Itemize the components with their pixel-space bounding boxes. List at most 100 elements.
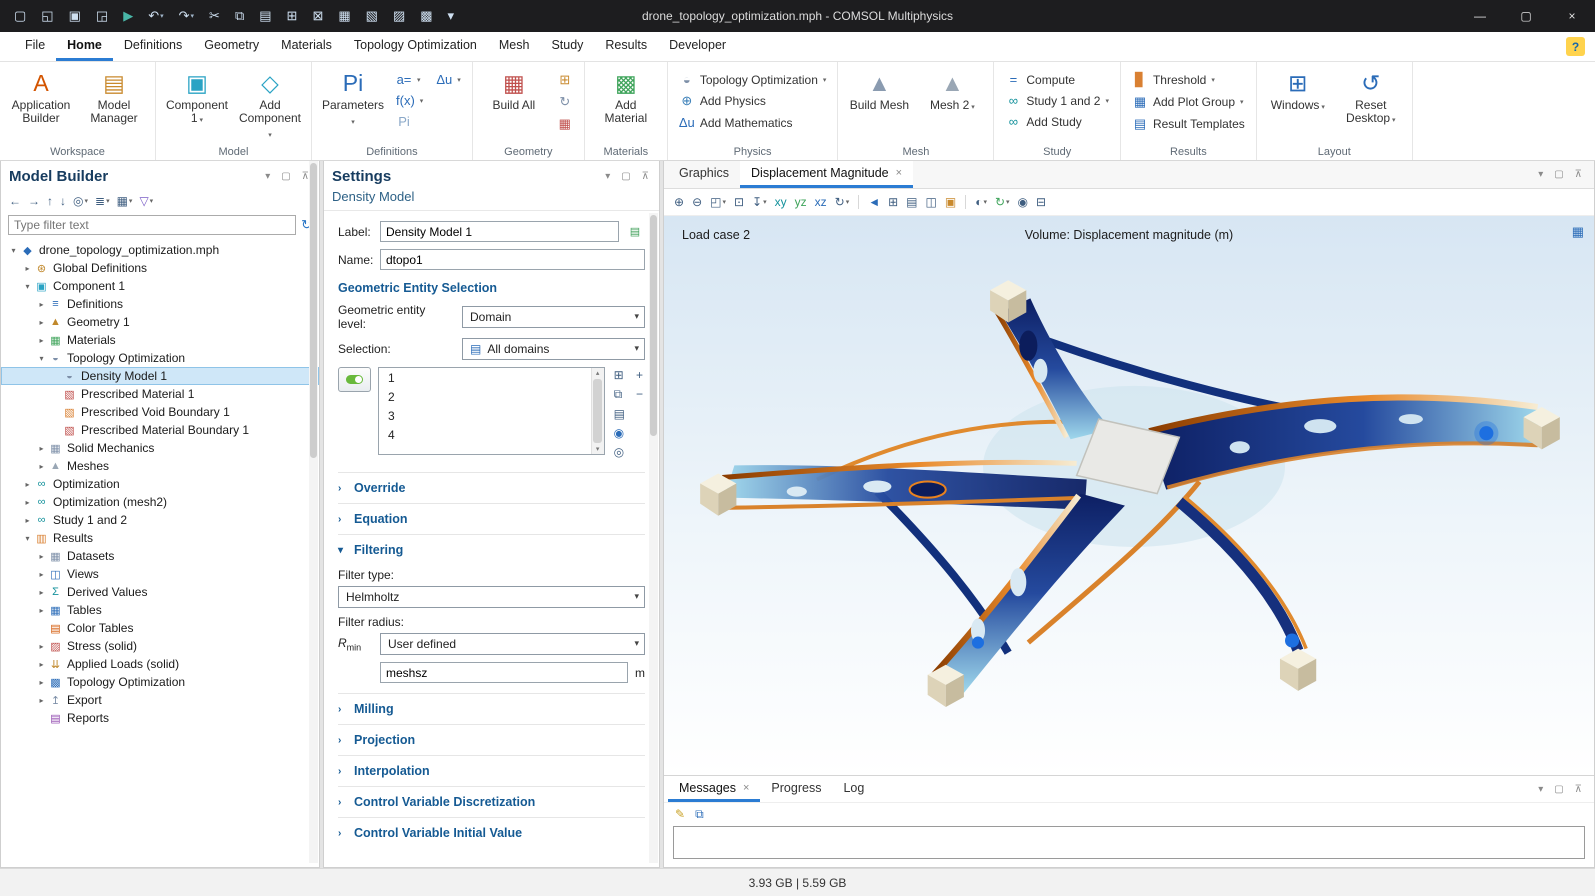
- close-tab-icon[interactable]: ×: [896, 167, 902, 179]
- functions-button[interactable]: f(x)▾: [393, 92, 426, 109]
- tree-item-topology-optimization[interactable]: ▸▩Topology Optimization: [1, 673, 319, 691]
- node-grid-icon[interactable]: ▦▾: [115, 193, 135, 209]
- caret-down-icon[interactable]: ▾: [35, 354, 48, 363]
- save-as-icon[interactable]: ◲: [94, 7, 110, 25]
- selection-list-item[interactable]: 1: [379, 368, 604, 387]
- cut-icon[interactable]: ✂: [207, 7, 222, 25]
- tree-item-optimization-mesh2[interactable]: ▸∞Optimization (mesh2): [1, 493, 319, 511]
- section-control-variable-discretization[interactable]: Control Variable Discretization: [338, 786, 645, 817]
- clear-log-icon[interactable]: ✎: [673, 806, 687, 822]
- tree-item-applied-loads-solid[interactable]: ▸⇊Applied Loads (solid): [1, 655, 319, 673]
- update-geometry-button[interactable]: ↻: [554, 93, 576, 111]
- caret-right-icon[interactable]: ▸: [35, 336, 48, 345]
- study-1-and-2-button[interactable]: ∞Study 1 and 2▾: [1002, 92, 1112, 109]
- add-component-button[interactable]: ◇Add Component ▾: [237, 67, 303, 144]
- build-mesh-button[interactable]: ▲Build Mesh: [846, 67, 912, 114]
- add-physics-button[interactable]: ⊕Add Physics: [676, 92, 830, 110]
- scrollbar-thumb[interactable]: [593, 379, 602, 443]
- filter-radius-mode-dropdown[interactable]: User defined: [380, 633, 645, 655]
- zoom-out-icon[interactable]: ⊖: [690, 194, 704, 210]
- reset-desktop-button[interactable]: ↺Reset Desktop ▾: [1338, 67, 1404, 129]
- collapse-panel-icon[interactable]: ▾: [1536, 783, 1545, 796]
- caret-down-icon[interactable]: ▾: [7, 246, 20, 255]
- selection-dropdown[interactable]: All domains: [462, 338, 645, 360]
- zoom-box-icon[interactable]: ◰▾: [708, 194, 728, 210]
- caret-right-icon[interactable]: ▸: [35, 678, 48, 687]
- filter-type-dropdown[interactable]: Helmholtz: [338, 586, 645, 608]
- menu-tab-file[interactable]: File: [14, 32, 56, 61]
- go-to-default-view-icon[interactable]: ↧▾: [750, 194, 769, 210]
- paste-selection-icon[interactable]: ▤: [612, 406, 627, 422]
- messages-output[interactable]: [673, 826, 1585, 859]
- settings-scrollbar[interactable]: [649, 213, 658, 863]
- tree-item-optimization[interactable]: ▸∞Optimization: [1, 475, 319, 493]
- caret-right-icon[interactable]: ▸: [35, 552, 48, 561]
- delete-icon[interactable]: ⊠: [310, 7, 325, 25]
- filter-radius-input[interactable]: [380, 662, 628, 683]
- move-down-icon[interactable]: ↓: [58, 193, 68, 209]
- graphics-canvas[interactable]: Load case 2 Volume: Displacement magnitu…: [664, 216, 1594, 775]
- menu-tab-topology-optimization[interactable]: Topology Optimization: [343, 32, 488, 61]
- go-back-icon[interactable]: ←: [7, 193, 23, 209]
- tree-item-geometry-1[interactable]: ▸▲Geometry 1: [1, 313, 319, 331]
- menu-tab-developer[interactable]: Developer: [658, 32, 737, 61]
- selection-list-scrollbar[interactable]: ▴▾: [591, 368, 604, 454]
- float-panel-icon[interactable]: ▢: [1552, 783, 1565, 796]
- menu-tab-materials[interactable]: Materials: [270, 32, 343, 61]
- pin-panel-icon[interactable]: ⊼: [1573, 168, 1584, 181]
- selection-list-item[interactable]: 4: [379, 425, 604, 444]
- tree-item-reports[interactable]: ▤Reports: [1, 709, 319, 727]
- selection-active-toggle[interactable]: [338, 367, 371, 392]
- view-xz-icon[interactable]: xz: [813, 194, 829, 210]
- close-button[interactable]: ×: [1549, 0, 1595, 32]
- application-builder-button[interactable]: AApplication Builder: [8, 67, 74, 127]
- update-plot-icon[interactable]: ↻▾: [993, 194, 1012, 210]
- parameters-button[interactable]: PiParameters ▾: [320, 67, 386, 131]
- remove-domain-icon[interactable]: −: [634, 386, 645, 402]
- menu-tab-definitions[interactable]: Definitions: [113, 32, 193, 61]
- rename-label-icon[interactable]: [625, 222, 645, 241]
- tree-item-export[interactable]: ▸↥Export: [1, 691, 319, 709]
- add-material-button[interactable]: ▩Add Material: [593, 67, 659, 127]
- help-button[interactable]: ?: [1566, 37, 1585, 56]
- collapse-panel-icon[interactable]: ▾: [1536, 168, 1545, 181]
- windows-button[interactable]: ⊞Windows ▾: [1265, 67, 1331, 116]
- pin-panel-icon[interactable]: ⊼: [640, 170, 651, 183]
- rotate-view-icon[interactable]: ↻▾: [833, 194, 852, 210]
- caret-right-icon[interactable]: ▸: [35, 660, 48, 669]
- section-filtering[interactable]: Filtering: [338, 534, 645, 565]
- scroll-down-icon[interactable]: ▾: [596, 445, 600, 453]
- menu-tab-results[interactable]: Results: [594, 32, 658, 61]
- maximize-button[interactable]: ▢: [1503, 0, 1549, 32]
- caret-right-icon[interactable]: ▸: [35, 606, 48, 615]
- tab-progress[interactable]: Progress: [760, 776, 832, 802]
- displacement-plot-3d[interactable]: [676, 250, 1582, 773]
- menu-tab-study[interactable]: Study: [540, 32, 594, 61]
- image-snapshot-icon[interactable]: ◉: [1016, 194, 1030, 210]
- caret-right-icon[interactable]: ▸: [21, 264, 34, 273]
- tree-item-meshes[interactable]: ▸▲Meshes: [1, 457, 319, 475]
- section-interpolation[interactable]: Interpolation: [338, 755, 645, 786]
- caret-right-icon[interactable]: ▸: [21, 498, 34, 507]
- tab-log[interactable]: Log: [832, 776, 875, 802]
- new-file-icon[interactable]: ▢: [12, 7, 28, 25]
- add-domain-icon[interactable]: +: [634, 367, 645, 383]
- tree-item-results[interactable]: ▾▥Results: [1, 529, 319, 547]
- view-yz-icon[interactable]: yz: [793, 194, 809, 210]
- model-tree-scrollbar[interactable]: [309, 161, 318, 863]
- print-icon[interactable]: ⊟: [1034, 194, 1048, 210]
- model-manager-button[interactable]: ▤Model Manager: [81, 67, 147, 127]
- tree-item-drone-topology-optimization-mph[interactable]: ▾◆drone_topology_optimization.mph: [1, 241, 319, 259]
- minimize-button[interactable]: —: [1457, 0, 1503, 32]
- table-tools-icon[interactable]: ▨: [391, 7, 407, 25]
- add-to-selection-icon[interactable]: ⊞: [612, 367, 627, 383]
- tree-item-study-1-and-2[interactable]: ▸∞Study 1 and 2: [1, 511, 319, 529]
- copy-selection-icon[interactable]: ⧉: [612, 386, 627, 403]
- section-milling[interactable]: Milling: [338, 693, 645, 724]
- menu-tab-geometry[interactable]: Geometry: [193, 32, 270, 61]
- scrollbar-thumb[interactable]: [310, 163, 317, 458]
- close-tab-icon[interactable]: ×: [743, 782, 749, 794]
- entity-level-dropdown[interactable]: Domain: [462, 306, 645, 328]
- scroll-up-icon[interactable]: ▴: [596, 369, 600, 377]
- tab-messages[interactable]: Messages×: [668, 776, 760, 802]
